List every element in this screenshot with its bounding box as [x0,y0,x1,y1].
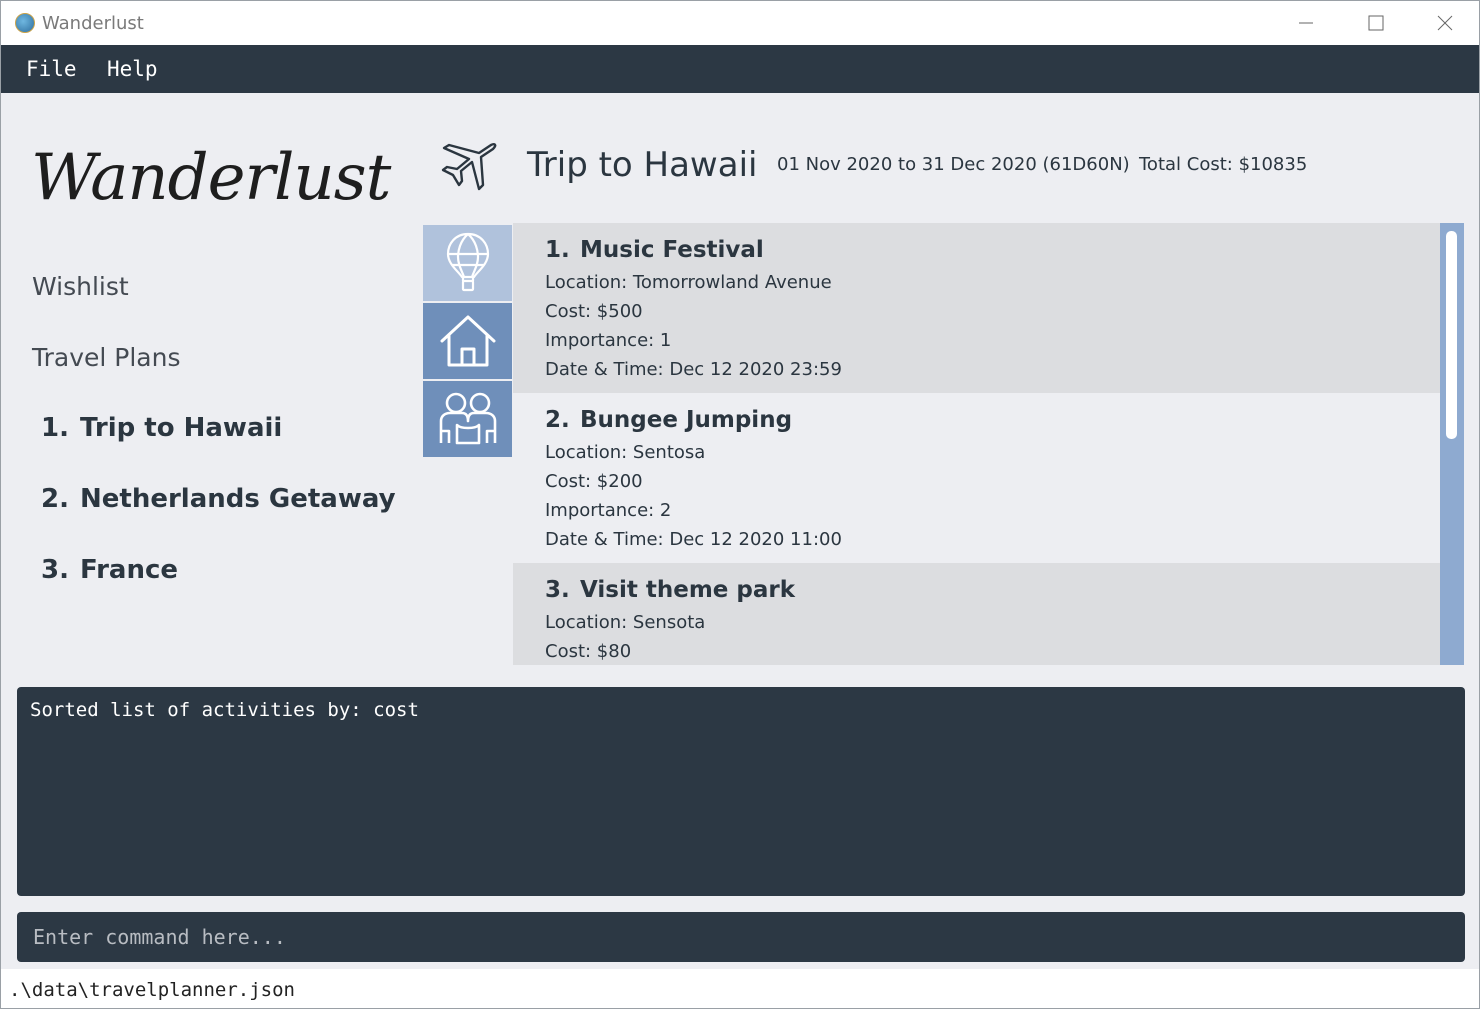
activity-location: Location: Sensota [545,612,706,633]
trip-dates: 01 Nov 2020 to 31 Dec 2020 (61D60N) [777,154,1130,175]
activity-cost: Cost: $80 [545,641,632,662]
airplane-icon [441,143,497,191]
trip-total-cost: Total Cost: $10835 [1139,154,1308,175]
activity-name: Visit theme park [580,577,796,603]
window-title: Wanderlust [42,13,144,34]
menu-help[interactable]: Help [107,57,158,81]
command-input[interactable] [17,912,1465,962]
tab-accommodations[interactable] [423,303,512,379]
plan-name: France [80,555,179,585]
minimize-button[interactable] [1271,1,1341,45]
result-display: Sorted list of activities by: cost [17,687,1465,896]
app-globe-icon [15,13,35,33]
minimize-icon [1299,22,1313,24]
plan-number: 2. [41,484,69,514]
status-bar: .\data\travelplanner.json [1,969,1479,1008]
menu-bar: File Help [1,45,1479,93]
activity-title: 1. Music Festival [545,237,1440,263]
command-box [17,912,1465,962]
title-bar: Wanderlust [1,1,1479,45]
activity-location: Location: Tomorrowland Avenue [545,272,832,293]
house-icon [440,315,495,367]
nav-wishlist[interactable]: Wishlist [32,272,129,301]
activity-location: Location: Sentosa [545,442,706,463]
trip-title: Trip to Hawaii [527,145,758,185]
hot-air-balloon-icon [446,232,489,292]
data-file-path: .\data\travelplanner.json [9,979,295,1001]
menu-file[interactable]: File [26,57,77,81]
activity-title: 2. Bungee Jumping [545,407,1440,433]
maximize-icon [1368,15,1384,31]
tab-activities[interactable] [423,225,512,301]
activity-card[interactable]: 2. Bungee Jumping Location: Sentosa Cost:… [513,393,1440,563]
activity-card[interactable]: 1. Music Festival Location: Tomorrowland … [513,223,1440,393]
result-message: Sorted list of activities by: cost [30,699,419,721]
maximize-button[interactable] [1341,1,1411,45]
tab-friends[interactable] [423,381,512,457]
travel-plan-item[interactable]: 3. France [41,555,178,585]
plan-number: 1. [41,413,69,443]
close-icon [1437,15,1453,31]
activity-title: 3. Visit theme park [545,577,1440,603]
wanderlust-logo: Wanderlust [31,141,391,215]
app-window: Wanderlust File Help Wanderlust Wishlist… [0,0,1480,1009]
friends-icon [439,392,496,445]
activity-number: 3. [545,577,570,603]
activity-number: 1. [545,237,570,263]
close-button[interactable] [1410,1,1479,45]
activity-list-scrollbar[interactable] [1440,223,1464,665]
plan-number: 3. [41,555,69,585]
scrollbar-thumb[interactable] [1446,231,1457,439]
activity-card[interactable]: 3. Visit theme park Location: Sensota Cos… [513,563,1440,665]
activity-number: 2. [545,407,570,433]
activity-list[interactable]: 1. Music Festival Location: Tomorrowland … [513,223,1440,665]
activity-name: Bungee Jumping [580,407,793,433]
nav-travel-plans[interactable]: Travel Plans [32,343,180,372]
activity-cost: Cost: $200 [545,471,643,492]
activity-importance: Importance: 2 [545,500,672,521]
activity-name: Music Festival [580,237,764,263]
plan-name: Netherlands Getaway [80,484,396,514]
travel-plan-item[interactable]: 1. Trip to Hawaii [41,413,282,443]
travel-plan-item[interactable]: 2. Netherlands Getaway [41,484,396,514]
plan-name: Trip to Hawaii [80,413,283,443]
activity-importance: Importance: 1 [545,330,672,351]
activity-cost: Cost: $500 [545,301,643,322]
activity-datetime: Date & Time: Dec 12 2020 23:59 [545,359,842,380]
activity-datetime: Date & Time: Dec 12 2020 11:00 [545,529,842,550]
